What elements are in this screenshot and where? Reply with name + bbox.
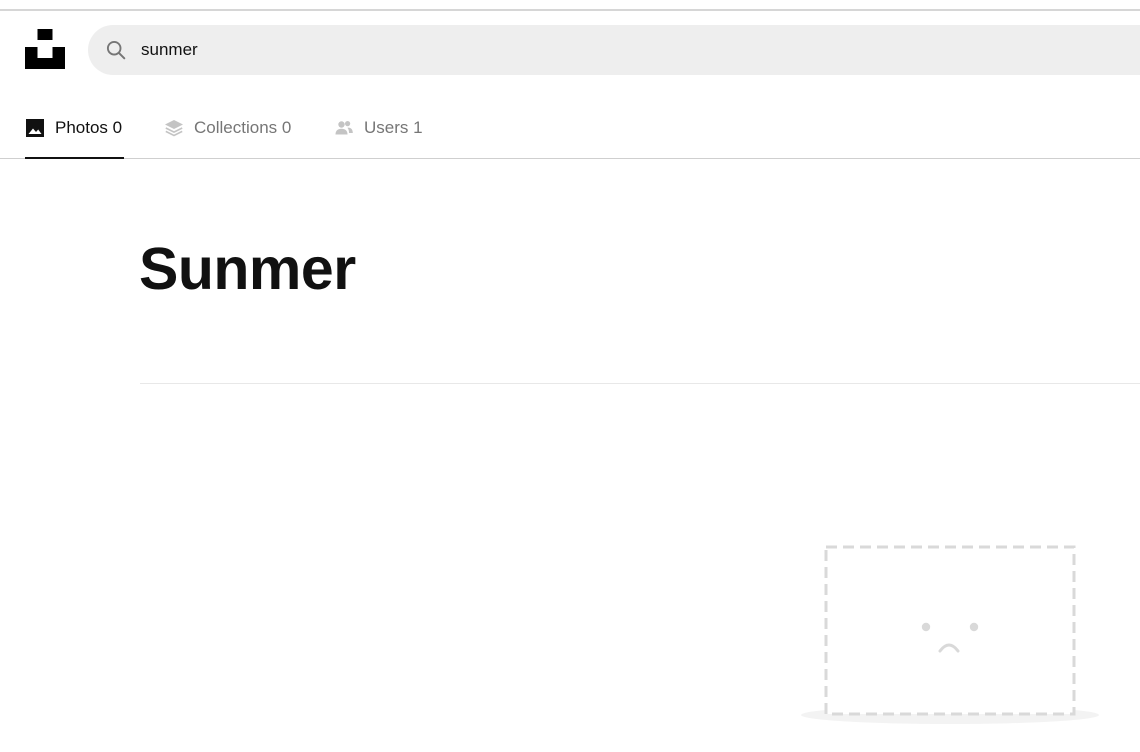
empty-results-icon [801,545,1099,724]
search-result-tabs: Photos 0 Collections 0 Users 1 [0,98,1140,159]
users-icon [335,121,353,135]
logo-icon [25,29,65,69]
tab-users[interactable]: Users 1 [334,98,423,158]
tab-collections[interactable]: Collections 0 [164,98,291,158]
content-divider [140,383,1140,384]
layers-icon [165,120,183,137]
unsplash-logo[interactable] [25,29,65,69]
tab-collections-label: Collections 0 [194,118,292,137]
page-title: Sunmer [139,236,356,302]
header [0,11,1140,89]
search-input[interactable] [141,25,1041,75]
tab-photos-label: Photos 0 [55,118,123,137]
search-icon[interactable] [106,40,126,60]
tab-photos[interactable]: Photos 0 [25,98,124,159]
search-bar[interactable] [88,25,1140,75]
image-icon [26,119,44,137]
tab-users-label: Users 1 [364,118,423,137]
